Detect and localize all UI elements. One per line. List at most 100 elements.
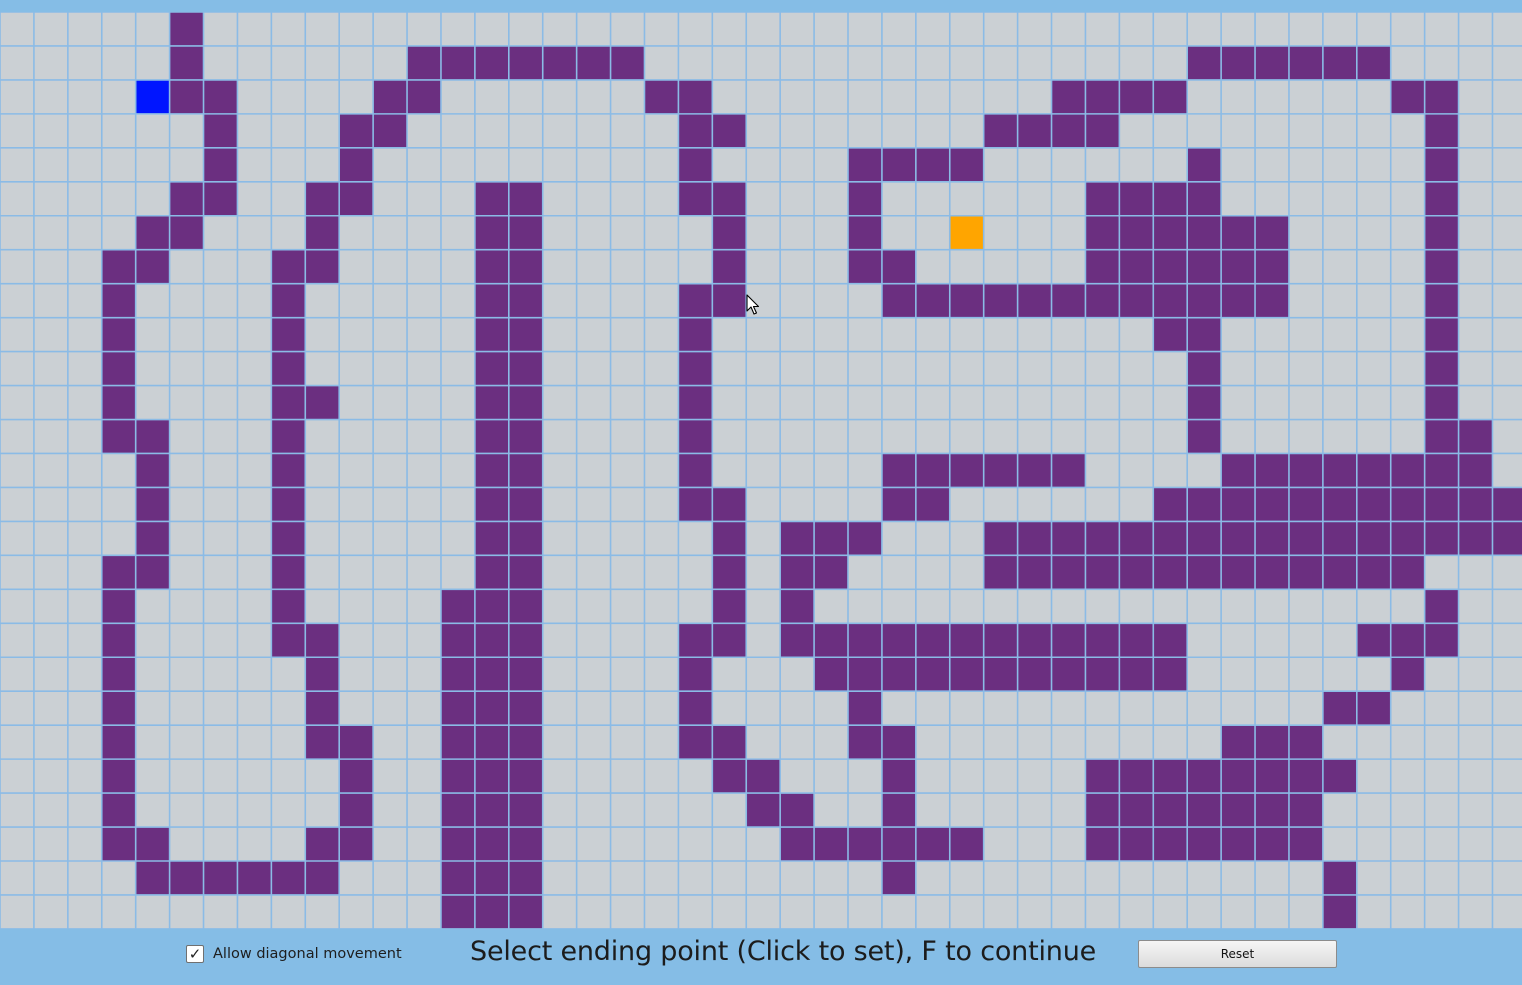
wall-cell[interactable] [135, 453, 170, 488]
wall-cell[interactable] [1322, 521, 1357, 556]
wall-cell[interactable] [474, 385, 509, 420]
wall-cell[interactable] [1492, 487, 1522, 522]
wall-cell[interactable] [1153, 827, 1188, 861]
wall-cell[interactable] [1255, 827, 1289, 861]
wall-cell[interactable] [474, 657, 509, 692]
wall-cell[interactable] [101, 419, 136, 454]
wall-cell[interactable] [305, 827, 340, 861]
wall-cell[interactable] [780, 521, 815, 556]
allow-diagonal-checkbox[interactable]: ✓ [186, 945, 204, 963]
wall-cell[interactable] [1187, 283, 1222, 318]
wall-cell[interactable] [1255, 283, 1289, 318]
wall-cell[interactable] [1322, 487, 1357, 522]
wall-cell[interactable] [678, 317, 713, 352]
wall-cell[interactable] [508, 691, 543, 726]
wall-cell[interactable] [1356, 521, 1391, 556]
wall-cell[interactable] [1424, 317, 1459, 352]
wall-cell[interactable] [474, 691, 509, 726]
wall-cell[interactable] [712, 555, 747, 590]
wall-cell[interactable] [305, 861, 340, 895]
wall-cell[interactable] [848, 521, 882, 556]
wall-cell[interactable] [440, 45, 475, 80]
wall-cell[interactable] [474, 419, 509, 454]
wall-cell[interactable] [1221, 215, 1256, 250]
wall-cell[interactable] [1390, 79, 1425, 114]
reset-button[interactable]: Reset [1138, 940, 1337, 968]
wall-cell[interactable] [203, 861, 238, 895]
wall-cell[interactable] [373, 113, 408, 148]
wall-cell[interactable] [1119, 79, 1154, 114]
wall-cell[interactable] [1221, 793, 1256, 828]
wall-cell[interactable] [1187, 147, 1222, 182]
wall-cell[interactable] [678, 453, 713, 488]
wall-cell[interactable] [1119, 283, 1154, 318]
wall-cell[interactable] [101, 317, 136, 352]
wall-cell[interactable] [1187, 317, 1222, 352]
wall-cell[interactable] [339, 725, 374, 760]
wall-cell[interactable] [271, 555, 306, 590]
wall-cell[interactable] [1119, 555, 1154, 590]
wall-cell[interactable] [271, 385, 306, 420]
wall-cell[interactable] [814, 521, 848, 556]
wall-cell[interactable] [305, 657, 340, 692]
wall-cell[interactable] [1085, 555, 1120, 590]
wall-cell[interactable] [780, 555, 815, 590]
wall-cell[interactable] [1390, 555, 1425, 590]
wall-cell[interactable] [1187, 351, 1222, 386]
wall-cell[interactable] [1153, 521, 1188, 556]
wall-cell[interactable] [440, 861, 475, 895]
wall-cell[interactable] [949, 147, 984, 182]
wall-cell[interactable] [508, 827, 543, 861]
wall-cell[interactable] [1390, 521, 1425, 556]
wall-cell[interactable] [780, 589, 815, 624]
wall-cell[interactable] [1187, 759, 1222, 794]
wall-cell[interactable] [1187, 793, 1222, 828]
wall-cell[interactable] [915, 147, 950, 182]
wall-cell[interactable] [1187, 385, 1222, 420]
wall-cell[interactable] [678, 691, 713, 726]
start-cell[interactable] [135, 79, 170, 114]
wall-cell[interactable] [271, 351, 306, 386]
wall-cell[interactable] [678, 113, 713, 148]
wall-cell[interactable] [881, 249, 916, 284]
wall-cell[interactable] [135, 215, 170, 250]
wall-cell[interactable] [407, 79, 441, 114]
pathfinding-grid[interactable] [0, 11, 1522, 930]
wall-cell[interactable] [1085, 793, 1120, 828]
wall-cell[interactable] [135, 419, 170, 454]
wall-cell[interactable] [1288, 725, 1323, 760]
wall-cell[interactable] [1424, 181, 1459, 216]
wall-cell[interactable] [271, 453, 306, 488]
wall-cell[interactable] [101, 589, 136, 624]
wall-cell[interactable] [305, 181, 340, 216]
wall-cell[interactable] [474, 181, 509, 216]
wall-cell[interactable] [1153, 657, 1188, 692]
wall-cell[interactable] [983, 657, 1018, 692]
wall-cell[interactable] [1187, 419, 1222, 454]
wall-cell[interactable] [1356, 555, 1391, 590]
wall-cell[interactable] [508, 45, 543, 80]
wall-cell[interactable] [1458, 487, 1493, 522]
wall-cell[interactable] [474, 283, 509, 318]
wall-cell[interactable] [135, 555, 170, 590]
wall-cell[interactable] [814, 657, 848, 692]
wall-cell[interactable] [1424, 453, 1459, 488]
wall-cell[interactable] [101, 793, 136, 828]
wall-cell[interactable] [1187, 45, 1222, 80]
wall-cell[interactable] [814, 827, 848, 861]
wall-cell[interactable] [1187, 555, 1222, 590]
wall-cell[interactable] [474, 317, 509, 352]
wall-cell[interactable] [271, 419, 306, 454]
wall-cell[interactable] [1187, 487, 1222, 522]
wall-cell[interactable] [1051, 79, 1086, 114]
wall-cell[interactable] [881, 487, 916, 522]
wall-cell[interactable] [780, 623, 815, 658]
wall-cell[interactable] [678, 351, 713, 386]
wall-cell[interactable] [712, 113, 747, 148]
wall-cell[interactable] [949, 827, 984, 861]
wall-cell[interactable] [1221, 725, 1256, 760]
wall-cell[interactable] [1187, 521, 1222, 556]
wall-cell[interactable] [678, 419, 713, 454]
wall-cell[interactable] [1255, 725, 1289, 760]
wall-cell[interactable] [508, 521, 543, 556]
